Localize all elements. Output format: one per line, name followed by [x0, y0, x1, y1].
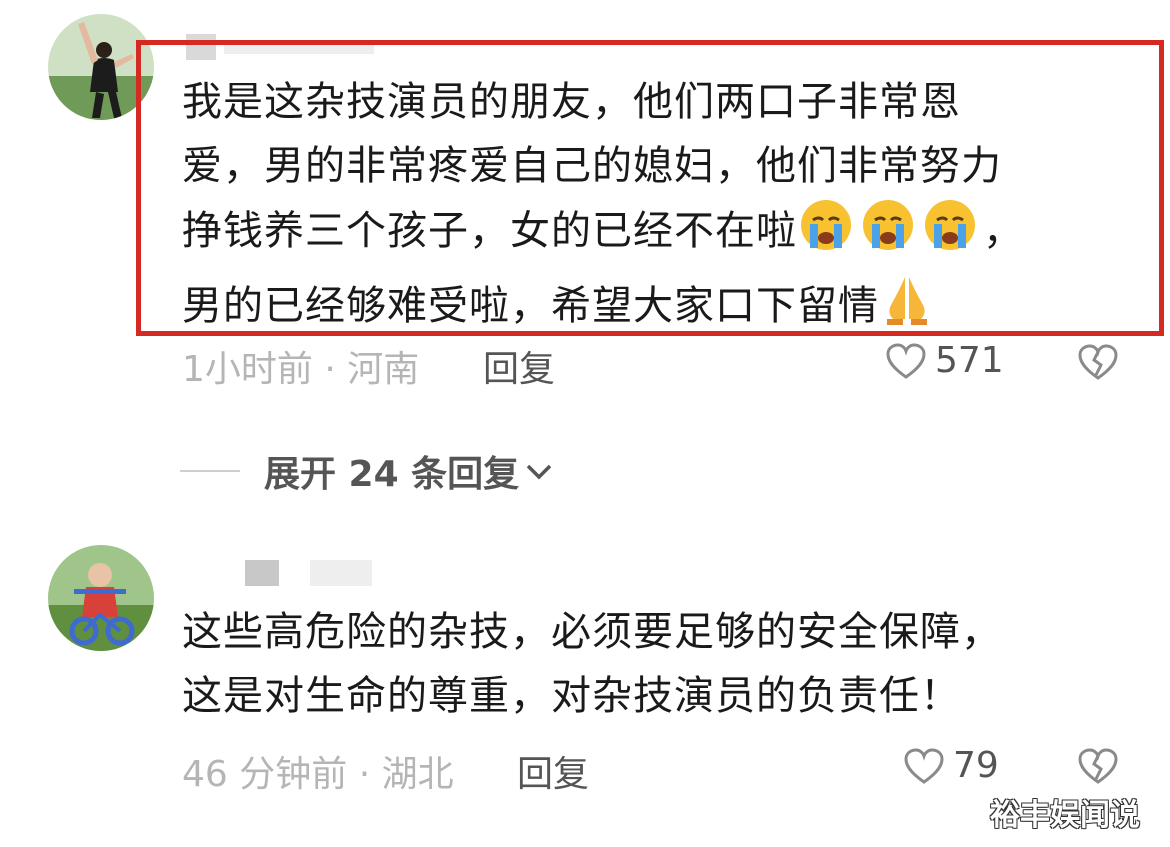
praying-hands-icon — [879, 271, 935, 346]
comment-punctuation: ， — [983, 208, 1024, 254]
comment-meta: 46 分钟前 · 湖北 — [182, 754, 454, 795]
comment-line-text: 男的已经够难受啦，希望大家口下留情 — [182, 283, 879, 329]
comment-line: 男的已经够难受啦，希望大家口下留情 — [182, 271, 1142, 346]
broken-heart-icon — [1078, 344, 1118, 380]
reply-button[interactable]: 回复 — [483, 340, 555, 392]
reply-button[interactable]: 回复 — [517, 745, 589, 797]
comment-line-text: 挣钱养三个孩子，女的已经不在啦 — [182, 208, 797, 254]
crying-emoji-icon — [859, 198, 917, 271]
crying-emoji-icon — [797, 198, 855, 271]
like-button[interactable]: 571 — [885, 340, 1004, 381]
heart-icon — [886, 342, 926, 379]
like-count: 79 — [953, 745, 999, 786]
username-blurred — [245, 560, 279, 586]
comment-meta: 1小时前 · 河南 — [182, 349, 420, 390]
expand-replies-label: 展开 24 条回复 — [264, 454, 520, 495]
like-count: 571 — [935, 340, 1004, 381]
comment-text: 这些高危险的杂技，必须要足够的安全保障， 这是对生命的尊重，对杂技演员的负责任！ — [182, 600, 1142, 728]
comment-line: 我是这杂技演员的朋友，他们两口子非常恩 — [182, 79, 961, 125]
crying-emoji-icon — [921, 198, 979, 271]
comment-text: 我是这杂技演员的朋友，他们两口子非常恩 爱，男的非常疼爱自己的媳妇，他们非常努力… — [182, 70, 1142, 346]
chevron-down-icon — [526, 464, 552, 480]
comment-line: 这是对生命的尊重，对杂技演员的负责任！ — [182, 673, 961, 719]
comment-line: 挣钱养三个孩子，女的已经不在啦 ， — [182, 198, 1142, 271]
comment-line: 这些高危险的杂技，必须要足够的安全保障， — [182, 609, 1002, 655]
heart-icon — [904, 747, 944, 784]
avatar[interactable] — [48, 545, 154, 651]
dislike-button[interactable] — [1077, 747, 1119, 789]
comment-line: 爱，男的非常疼爱自己的媳妇，他们非常努力 — [182, 143, 1002, 189]
like-button[interactable]: 79 — [903, 745, 999, 786]
watermark: 裕丰娱闻说 — [990, 798, 1140, 833]
divider — [180, 470, 240, 472]
dislike-button[interactable] — [1077, 343, 1119, 385]
broken-heart-icon — [1078, 748, 1118, 784]
expand-replies[interactable]: 展开 24 条回复 — [180, 445, 553, 497]
username-blurred — [310, 560, 372, 586]
